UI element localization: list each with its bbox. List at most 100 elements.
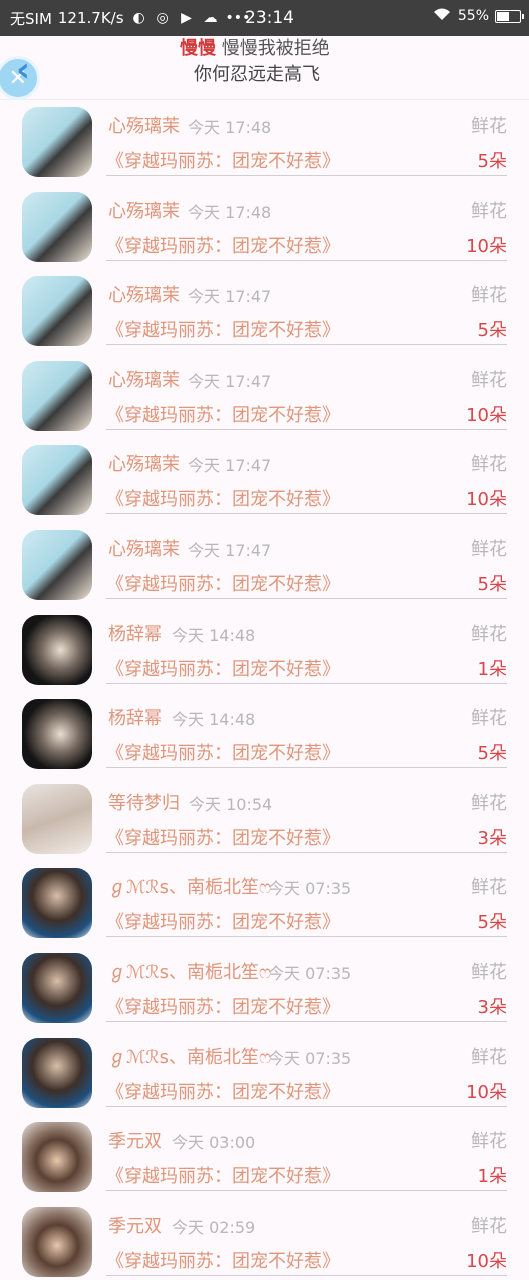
- list-item[interactable]: 心殇璃茉 今天 17:47 鲜花 《穿越玛丽苏：团宠不好惹》 10朵: [0, 438, 529, 523]
- list-item[interactable]: 心殇璃茉 今天 17:47 鲜花《穿越玛丽苏：团宠不好惹》 10朵: [0, 354, 529, 439]
- list-item[interactable]: 心殇璃茉 今天 17:47 鲜花 《穿越玛丽苏：团宠不好惹》 5朵: [0, 523, 529, 608]
- sender-name[interactable]: 杨辞幂: [108, 704, 162, 730]
- sender-name[interactable]: 季元双: [108, 1212, 162, 1238]
- gift-type: 鲜花: [471, 1046, 507, 1068]
- list-item[interactable]: 季元双 今天 02:59 鲜花 《穿越玛丽苏：团宠不好惹》 10朵: [0, 1200, 529, 1280]
- book-title[interactable]: 《穿越玛丽苏：团宠不好惹》: [106, 1078, 340, 1104]
- divider: [106, 1274, 507, 1276]
- lyrics-marquee: 慢慢 慢慢我被拒绝 你何忍远走高飞: [180, 36, 380, 96]
- divider: [106, 682, 507, 684]
- book-title[interactable]: 《穿越玛丽苏：团宠不好惹》: [106, 655, 340, 681]
- avatar[interactable]: [22, 1037, 92, 1108]
- avatar[interactable]: [22, 1206, 92, 1277]
- sender-name[interactable]: ℊℳℛs、南栀北笙ෆ: [108, 1043, 271, 1069]
- timestamp: 今天 17:47: [188, 371, 272, 391]
- timestamp: 今天 03:00: [172, 1133, 256, 1153]
- avatar[interactable]: [22, 614, 92, 685]
- carrier-label: 无SIM: [10, 9, 52, 28]
- gift-type: 鲜花: [471, 1131, 507, 1153]
- list-item[interactable]: 心殇璃茉 今天 17:47 鲜花 《穿越玛丽苏：团宠不好惹》 5朵: [0, 269, 529, 354]
- marquee-highlight: 慢慢: [180, 38, 216, 59]
- play-icon: ▶: [181, 10, 192, 26]
- book-title[interactable]: 《穿越玛丽苏：团宠不好惹》: [106, 908, 340, 934]
- book-title[interactable]: 《穿越玛丽苏：团宠不好惹》: [106, 1162, 340, 1188]
- sender-name[interactable]: 心殇璃茉: [108, 112, 180, 138]
- book-title[interactable]: 《穿越玛丽苏：团宠不好惹》: [106, 993, 340, 1019]
- gift-count: 5朵: [477, 573, 507, 595]
- book-title[interactable]: 《穿越玛丽苏：团宠不好惹》: [106, 232, 340, 258]
- divider: [106, 1190, 507, 1192]
- list-item[interactable]: 等待梦归 今天 10:54 鲜花 《穿越玛丽苏：团宠不好惹》 3朵: [0, 777, 529, 862]
- wifi-icon: [432, 7, 452, 25]
- battery-icon: [495, 9, 524, 23]
- gift-type: 鲜花: [471, 623, 507, 645]
- gift-type: 鲜花: [471, 538, 507, 560]
- avatar[interactable]: [22, 360, 92, 431]
- divider: [106, 1020, 507, 1022]
- avatar[interactable]: [22, 191, 92, 262]
- divider: [106, 259, 507, 261]
- sender-name[interactable]: 季元双: [108, 1127, 162, 1153]
- avatar[interactable]: [22, 445, 92, 516]
- book-title[interactable]: 《穿越玛丽苏：团宠不好惹》: [106, 570, 340, 596]
- book-title[interactable]: 《穿越玛丽苏：团宠不好惹》: [106, 147, 340, 173]
- sender-name[interactable]: ℊℳℛs、南栀北笙ෆ: [108, 958, 271, 984]
- sender-name[interactable]: 等待梦归: [108, 789, 180, 815]
- more-icon: •••: [225, 10, 251, 26]
- battery-percent: 55%: [457, 8, 489, 24]
- gift-count: 10朵: [466, 404, 507, 426]
- book-title[interactable]: 《穿越玛丽苏：团宠不好惹》: [106, 316, 340, 342]
- avatar[interactable]: [22, 783, 92, 854]
- list-item[interactable]: 杨辞幂 今天 14:48 鲜花 《穿越玛丽苏：团宠不好惹》 5朵: [0, 692, 529, 777]
- timestamp: 今天 17:48: [188, 118, 272, 137]
- status-right: 55%: [432, 7, 524, 25]
- divider: [106, 1105, 507, 1107]
- gift-type: 鲜花: [471, 116, 507, 137]
- list-item[interactable]: ℊℳℛs、南栀北笙ෆ 今天 07:35 鲜花 《穿越玛丽苏：团宠不好惹》 3朵: [0, 946, 529, 1031]
- marquee-line2: 你何忍远走高飞: [194, 64, 320, 85]
- gift-count: 5朵: [477, 912, 507, 934]
- book-title[interactable]: 《穿越玛丽苏：团宠不好惹》: [106, 485, 340, 511]
- divider: [106, 175, 507, 176]
- list-item[interactable]: 季元双 今天 03:00 鲜花 《穿越玛丽苏：团宠不好惹》 1朵: [0, 1115, 529, 1200]
- gift-type: 鲜花: [471, 285, 507, 307]
- avatar[interactable]: [22, 276, 92, 347]
- timestamp: 今天 17:48: [188, 202, 272, 222]
- gift-type: 鲜花: [471, 369, 507, 391]
- sender-name[interactable]: 杨辞幂: [108, 620, 162, 646]
- sender-name[interactable]: 心殇璃茉: [108, 450, 180, 476]
- avatar[interactable]: [22, 1122, 92, 1193]
- book-title[interactable]: 《穿越玛丽苏：团宠不好惹》: [106, 401, 340, 427]
- avatar[interactable]: [22, 699, 92, 770]
- sender-name[interactable]: 心殇璃茉: [108, 197, 180, 223]
- list-item[interactable]: ℊℳℛs、南栀北笙ෆ 今天 07:35 鲜花 《穿越玛丽苏：团宠不好惹》 10朵: [0, 1031, 529, 1116]
- timestamp: 今天 17:47: [188, 456, 272, 476]
- timestamp: 今天 17:47: [188, 287, 272, 307]
- avatar[interactable]: [22, 868, 92, 939]
- gift-count: 10朵: [466, 489, 507, 511]
- status-left: 无SIM 121.7K/s ◐ ◎ ▶ ☁ •••: [10, 8, 251, 29]
- gift-type: 鲜花: [471, 1215, 507, 1237]
- book-title[interactable]: 《穿越玛丽苏：团宠不好惹》: [106, 824, 340, 850]
- avatar[interactable]: [22, 107, 92, 177]
- book-title[interactable]: 《穿越玛丽苏：团宠不好惹》: [106, 739, 340, 765]
- list-item[interactable]: 心殇璃茉 今天 17:48 鲜花 《穿越玛丽苏：团宠不好惹》 10朵: [0, 185, 529, 270]
- network-speed: 121.7K/s: [57, 9, 124, 27]
- avatar[interactable]: [22, 952, 92, 1023]
- chevron-left-icon[interactable]: ‹: [16, 50, 30, 90]
- gift-count: 10朵: [466, 1250, 507, 1272]
- divider: [106, 428, 507, 430]
- timestamp: 今天 10:54: [189, 794, 273, 814]
- gift-record-list: 心殇璃茉 今天 17:48 鲜花 《穿越玛丽苏：团宠不好惹》 5朵 心殇璃茉 今天 17:4…: [0, 100, 529, 1280]
- avatar[interactable]: [22, 529, 92, 600]
- sender-name[interactable]: ℊℳℛs、南栀北笙ෆ: [108, 873, 271, 899]
- book-title[interactable]: 《穿越玛丽苏：团宠不好惹》: [106, 1247, 340, 1273]
- gift-type: 鲜花: [471, 877, 507, 899]
- list-item[interactable]: 杨辞幂 今天 14:48 鲜花 《穿越玛丽苏：团宠不好惹》 1朵: [0, 608, 529, 693]
- timestamp: 今天 07:35: [268, 879, 352, 899]
- list-item[interactable]: 心殇璃茉 今天 17:48 鲜花 《穿越玛丽苏：团宠不好惹》 5朵: [0, 100, 529, 185]
- list-item[interactable]: ℊℳℛs、南栀北笙ෆ 今天 07:35 鲜花《穿越玛丽苏：团宠不好惹》 5朵: [0, 861, 529, 946]
- sender-name[interactable]: 心殇璃茉: [108, 366, 180, 392]
- sender-name[interactable]: 心殇璃茉: [108, 281, 180, 307]
- sender-name[interactable]: 心殇璃茉: [108, 535, 180, 561]
